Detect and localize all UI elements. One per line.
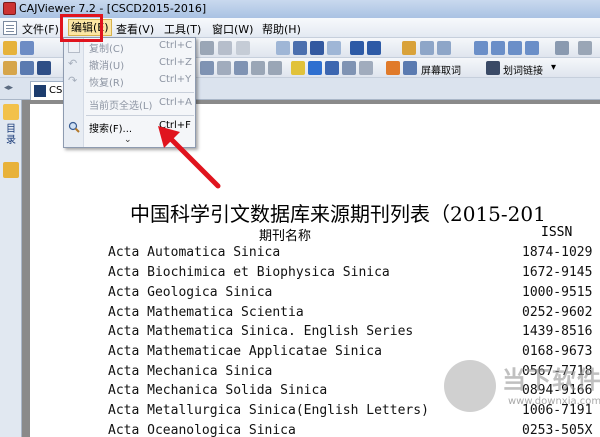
annotation-panel-icon[interactable]: [3, 104, 19, 120]
zoom-icon[interactable]: [402, 41, 416, 55]
journal-name: Acta Metallurgica Sinica(English Letters…: [108, 403, 429, 418]
text-tool-icon[interactable]: [37, 61, 51, 75]
menu-item-search-label: 搜索(F)...: [89, 124, 133, 135]
journal-issn: 1874-1029: [522, 245, 593, 260]
image-tool-icon[interactable]: [200, 61, 214, 75]
menu-item-select-all-label: 当前页全选(L): [89, 101, 153, 112]
column-header-issn: ISSN: [541, 225, 573, 240]
contents-panel-tab[interactable]: 目录: [4, 124, 18, 146]
journal-name: Acta Mechanica Sinica: [108, 364, 273, 379]
annotation-arrow-icon: [158, 126, 221, 189]
menu-window[interactable]: 窗口(W): [212, 21, 253, 37]
document-icon: [3, 21, 17, 35]
screen-word-icon[interactable]: [386, 61, 400, 75]
watermark-text: 当下软件园: [502, 366, 600, 394]
text-color-icon[interactable]: [308, 61, 322, 75]
translate-icon[interactable]: [403, 61, 417, 75]
note-icon[interactable]: [342, 61, 356, 75]
menu-item-redo-label: 恢复(R): [89, 78, 124, 89]
dropdown-arrow-icon[interactable]: [218, 41, 232, 55]
menu-tools[interactable]: 工具(T): [164, 21, 201, 37]
menu-separator: [86, 115, 194, 116]
select-tool-icon[interactable]: [20, 61, 34, 75]
journal-name: Acta Mathematicae Applicatae Sinica: [108, 344, 382, 359]
column-header-name: 期刊名称: [259, 229, 312, 244]
menu-item-undo-label: 撤消(U): [89, 61, 125, 72]
undo-icon: ↶: [68, 57, 78, 70]
redo-icon: ↷: [68, 74, 78, 87]
print-icon[interactable]: [200, 41, 214, 55]
settings-icon[interactable]: [236, 41, 250, 55]
journal-name: Acta Mechanica Solida Sinica: [108, 383, 328, 398]
copy-icon: [68, 41, 80, 53]
hand-tool-icon[interactable]: [3, 61, 17, 75]
window-title: CAJViewer 7.2 - [CSCD2015-2016]: [19, 2, 207, 15]
highlight-icon[interactable]: [291, 61, 305, 75]
link-icon[interactable]: [486, 61, 500, 75]
anchor-icon[interactable]: [325, 61, 339, 75]
menu-item-copy-label: 复制(C): [89, 44, 124, 55]
app-icon: [3, 2, 16, 15]
menu-view[interactable]: 查看(V): [116, 21, 154, 37]
layout-icon[interactable]: [555, 41, 569, 55]
first-page-icon[interactable]: [276, 41, 290, 55]
menu-item-copy-shortcut: Ctrl+C: [159, 40, 193, 51]
journal-name: Acta Mathematica Scientia: [108, 305, 304, 320]
journal-name: Acta Automatica Sinica: [108, 245, 281, 260]
camera-icon[interactable]: [251, 61, 265, 75]
bookmark-icon[interactable]: [359, 61, 373, 75]
ocr-icon[interactable]: [234, 61, 248, 75]
pen-panel-icon[interactable]: [3, 162, 19, 178]
eraser-icon[interactable]: [217, 61, 231, 75]
journal-name: Acta Oceanologica Sinica: [108, 423, 296, 437]
menu-item-redo[interactable]: ↷ 恢复(R) Ctrl+Y: [64, 72, 195, 90]
facing-page-icon[interactable]: [508, 41, 522, 55]
menu-item-undo-shortcut: Ctrl+Z: [159, 57, 193, 68]
word-link-dropdown-icon[interactable]: ▾: [551, 62, 556, 73]
rotate-back-icon[interactable]: [437, 41, 451, 55]
fit-width-icon[interactable]: [525, 41, 539, 55]
menu-item-undo[interactable]: ↶ 撤消(U) Ctrl+Z: [64, 55, 195, 73]
word-link-button[interactable]: 划词链接: [503, 62, 543, 77]
journal-issn: 1439-8516: [522, 324, 593, 339]
menu-separator: [86, 92, 194, 93]
last-page-icon[interactable]: [327, 41, 341, 55]
continuous-page-icon[interactable]: [491, 41, 505, 55]
watermark-url: www.downxia.com: [508, 396, 600, 407]
search-icon: [68, 121, 80, 133]
save-icon[interactable]: [20, 41, 34, 55]
back-icon[interactable]: [350, 41, 364, 55]
more-tools-icon[interactable]: [578, 41, 592, 55]
document-title: 中国科学引文数据库来源期刊列表（2015-201: [130, 202, 546, 226]
annotation-highlight-box: [60, 14, 103, 42]
copy-image-icon[interactable]: [268, 61, 282, 75]
forward-icon[interactable]: [367, 41, 381, 55]
menu-item-redo-shortcut: Ctrl+Y: [159, 74, 192, 85]
menu-item-select-all[interactable]: 当前页全选(L) Ctrl+A: [64, 95, 195, 113]
single-page-icon[interactable]: [474, 41, 488, 55]
screen-word-button[interactable]: 屏幕取词: [421, 62, 461, 77]
journal-issn: 0252-9602: [522, 305, 593, 320]
expand-menu-chevron-icon[interactable]: ⌄: [124, 135, 132, 145]
watermark-logo-icon: [444, 360, 496, 412]
open-icon[interactable]: [3, 41, 17, 55]
next-page-icon[interactable]: [310, 41, 324, 55]
previous-page-icon[interactable]: [293, 41, 307, 55]
menu-file[interactable]: 文件(F): [22, 21, 59, 37]
journal-issn: 1672-9145: [522, 265, 593, 280]
rotate-icon[interactable]: [420, 41, 434, 55]
menu-help[interactable]: 帮助(H): [262, 21, 301, 37]
tab-scroll-icon[interactable]: ◂▸: [4, 83, 13, 93]
menu-item-select-all-shortcut: Ctrl+A: [159, 97, 193, 108]
left-sidebar: 目录: [0, 100, 22, 437]
journal-name: Acta Geologica Sinica: [108, 285, 273, 300]
watermark: 当下软件园 www.downxia.com: [444, 348, 600, 428]
journal-name: Acta Mathematica Sinica. English Series: [108, 324, 414, 339]
journal-name: Acta Biochimica et Biophysica Sinica: [108, 265, 390, 280]
journal-issn: 1000-9515: [522, 285, 593, 300]
pdf-file-icon: [34, 85, 46, 97]
